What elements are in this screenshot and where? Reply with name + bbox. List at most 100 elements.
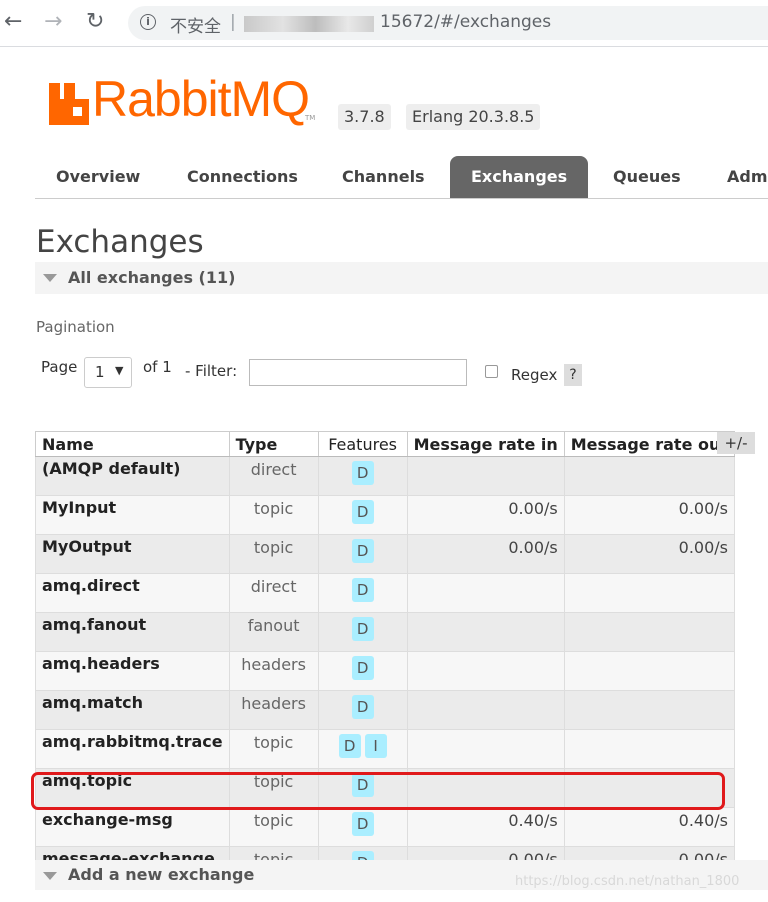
feature-badge: D xyxy=(338,734,361,758)
col-header-rate-out[interactable]: Message rate out xyxy=(563,431,736,457)
exchange-features: DI xyxy=(317,729,408,769)
exchange-type: topic xyxy=(228,495,319,535)
feature-badge: D xyxy=(351,617,374,641)
exchanges-table-body: (AMQP default) direct D MyInput topic D 0.00/s… xyxy=(35,456,736,886)
table-row[interactable]: exchange-msg topic D 0.40/s 0.40/s xyxy=(35,807,736,847)
logo-text: RabbitMQ xyxy=(92,71,310,127)
exchange-features: D xyxy=(317,573,408,613)
exchange-name-link[interactable]: exchange-msg xyxy=(35,807,230,847)
exchange-type: headers xyxy=(228,651,319,691)
page-label: Page xyxy=(41,358,78,376)
exchange-name-link[interactable]: amq.fanout xyxy=(35,612,230,652)
add-exchange-title: Add a new exchange xyxy=(68,865,255,884)
exchange-type: topic xyxy=(228,534,319,574)
feature-badge: I xyxy=(364,734,387,758)
table-row[interactable]: MyOutput topic D 0.00/s 0.00/s xyxy=(35,534,736,574)
feature-badge: D xyxy=(351,539,374,563)
message-rate-out xyxy=(563,690,736,730)
table-row[interactable]: amq.direct direct D xyxy=(35,573,736,613)
regex-label: Regex xyxy=(511,366,558,384)
exchange-type: topic xyxy=(228,729,319,769)
all-exchanges-section-header[interactable]: All exchanges (11) xyxy=(35,262,768,294)
address-bar[interactable]: i 不安全 | 15672/#/exchanges xyxy=(128,6,768,40)
table-header-row: Name Type Features Message rate in Messa… xyxy=(35,431,736,457)
watermark: https://blog.csdn.net/nathan_1800 xyxy=(515,874,740,889)
feature-badge: D xyxy=(351,578,374,602)
table-row[interactable]: MyInput topic D 0.00/s 0.00/s xyxy=(35,495,736,535)
message-rate-in xyxy=(406,612,565,652)
filter-label: - Filter: xyxy=(185,362,238,380)
message-rate-out: 0.00/s xyxy=(563,495,736,535)
exchange-type: direct xyxy=(228,573,319,613)
highlight-box xyxy=(31,772,725,810)
back-arrow-icon[interactable]: ← xyxy=(4,9,22,35)
exchange-type: direct xyxy=(228,456,319,496)
message-rate-in xyxy=(406,729,565,769)
collapse-triangle-icon xyxy=(43,872,57,880)
url-text: 15672/#/exchanges xyxy=(380,12,552,32)
browser-toolbar: ← → ↻ i 不安全 | 15672/#/exchanges xyxy=(0,0,768,47)
exchange-name-link[interactable]: amq.match xyxy=(35,690,230,730)
exchange-name-link[interactable]: amq.rabbitmq.trace xyxy=(35,729,230,769)
exchange-type: headers xyxy=(228,690,319,730)
message-rate-in: 0.00/s xyxy=(406,534,565,574)
exchange-features: D xyxy=(317,807,408,847)
help-button[interactable]: ? xyxy=(564,364,582,386)
message-rate-in: 0.00/s xyxy=(406,495,565,535)
message-rate-out: 0.40/s xyxy=(563,807,736,847)
message-rate-in xyxy=(406,456,565,496)
tab-connections[interactable]: Connections xyxy=(166,156,319,198)
exchange-features: D xyxy=(317,534,408,574)
message-rate-out xyxy=(563,729,736,769)
exchange-name-link[interactable]: (AMQP default) xyxy=(35,456,230,496)
table-row[interactable]: amq.match headers D xyxy=(35,690,736,730)
rabbitmq-logo-icon xyxy=(49,83,89,125)
collapse-triangle-icon xyxy=(43,274,57,282)
message-rate-out xyxy=(563,573,736,613)
table-row[interactable]: (AMQP default) direct D xyxy=(35,456,736,496)
main-nav-tabs: Overview Connections Channels Exchanges … xyxy=(35,156,768,199)
table-row[interactable]: amq.rabbitmq.trace topic D I xyxy=(35,729,736,769)
page-select[interactable]: 1 ▼ xyxy=(84,357,132,388)
exchange-type: fanout xyxy=(228,612,319,652)
message-rate-out: 0.00/s xyxy=(563,534,736,574)
logo-trademark: TM xyxy=(305,114,316,122)
exchange-name-link[interactable]: amq.direct xyxy=(35,573,230,613)
tab-overview[interactable]: Overview xyxy=(35,156,161,198)
feature-badge: D xyxy=(351,812,374,836)
exchange-features: D xyxy=(317,612,408,652)
table-row[interactable]: amq.fanout fanout D xyxy=(35,612,736,652)
message-rate-out xyxy=(563,456,736,496)
exchange-features: D xyxy=(317,456,408,496)
tab-channels[interactable]: Channels xyxy=(321,156,446,198)
info-icon[interactable]: i xyxy=(140,14,156,30)
exchanges-table: Name Type Features Message rate in Messa… xyxy=(35,431,736,886)
exchange-features: D xyxy=(317,690,408,730)
tab-queues[interactable]: Queues xyxy=(592,156,702,198)
exchange-type: topic xyxy=(228,807,319,847)
section-title: All exchanges (11) xyxy=(68,268,236,287)
tab-exchanges[interactable]: Exchanges xyxy=(450,156,589,198)
exchange-name-link[interactable]: amq.headers xyxy=(35,651,230,691)
page-title: Exchanges xyxy=(36,224,204,260)
pagination-label: Pagination xyxy=(36,318,115,336)
col-header-features[interactable]: Features xyxy=(317,431,408,457)
col-header-type[interactable]: Type xyxy=(228,431,319,457)
tab-admin[interactable]: Admi xyxy=(706,156,768,198)
filter-input[interactable] xyxy=(249,359,467,386)
message-rate-out xyxy=(563,651,736,691)
col-header-rate-in[interactable]: Message rate in xyxy=(406,431,565,457)
exchange-name-link[interactable]: MyOutput xyxy=(35,534,230,574)
exchange-features: D xyxy=(317,651,408,691)
page-select-value: 1 xyxy=(95,363,105,381)
column-toggle-button[interactable]: +/- xyxy=(717,432,755,454)
insecure-label: 不安全 xyxy=(170,17,221,37)
forward-arrow-icon[interactable]: → xyxy=(44,9,62,35)
message-rate-in: 0.40/s xyxy=(406,807,565,847)
regex-checkbox[interactable] xyxy=(485,365,498,378)
reload-icon[interactable]: ↻ xyxy=(86,9,104,35)
message-rate-in xyxy=(406,651,565,691)
col-header-name[interactable]: Name xyxy=(35,431,230,457)
table-row[interactable]: amq.headers headers D xyxy=(35,651,736,691)
exchange-name-link[interactable]: MyInput xyxy=(35,495,230,535)
